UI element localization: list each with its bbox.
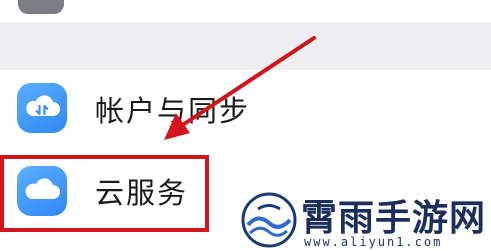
watermark-logo-icon [241,192,297,248]
watermark: 霄雨手游网 www.aliyun1.com [238,187,491,251]
watermark-title: 霄雨手游网 [301,198,487,239]
watermark-url: www.aliyun1.com [304,235,443,249]
